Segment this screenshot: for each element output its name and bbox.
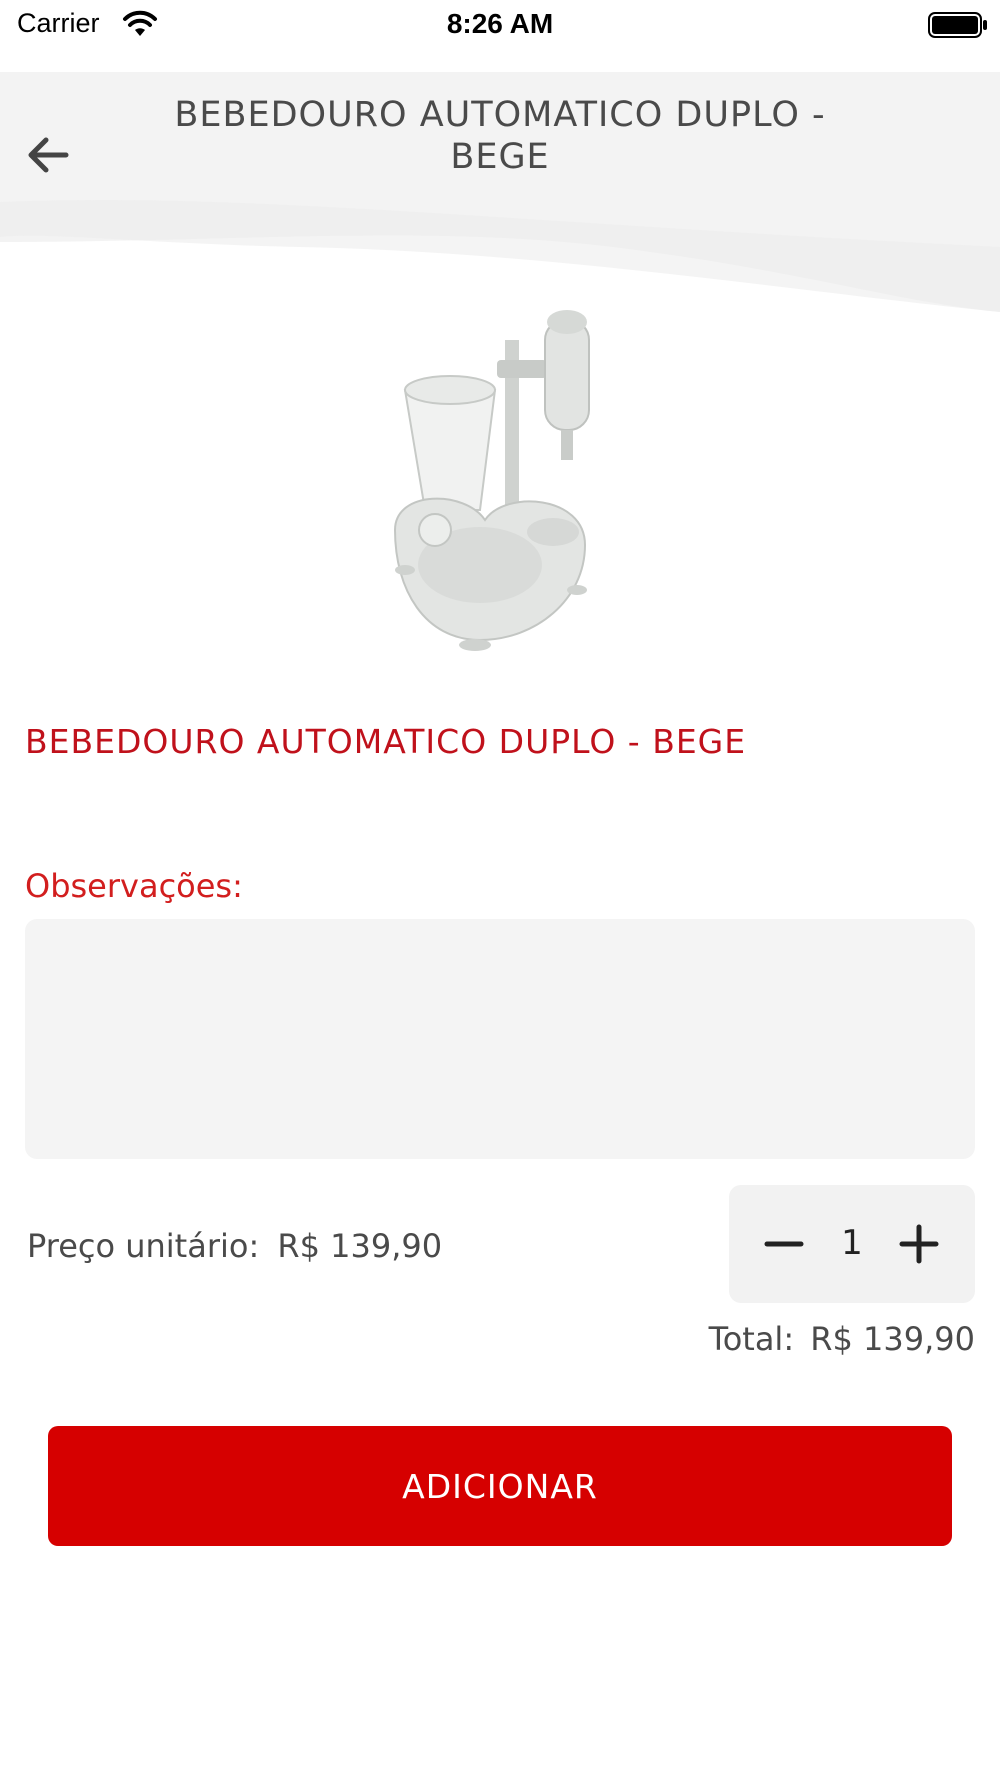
unit-price-label: Preço unitário: bbox=[27, 1227, 260, 1265]
total-price: Total: R$ 139,90 bbox=[709, 1320, 975, 1358]
header: BEBEDOURO AUTOMATICO DUPLO - BEGE bbox=[0, 72, 1000, 312]
product-image bbox=[385, 300, 625, 690]
decrease-quantity-button[interactable] bbox=[759, 1219, 809, 1269]
total-label: Total: bbox=[708, 1320, 795, 1358]
battery-icon bbox=[928, 12, 988, 42]
notes-label: Observações: bbox=[25, 867, 243, 905]
notes-field[interactable] bbox=[25, 919, 975, 1159]
plus-icon bbox=[899, 1224, 939, 1264]
quantity-value: 1 bbox=[841, 1223, 863, 1263]
arrow-left-icon bbox=[28, 137, 69, 173]
add-to-cart-button[interactable]: ADICIONAR bbox=[48, 1426, 952, 1546]
product-name: BEBEDOURO AUTOMATICO DUPLO - BEGE bbox=[25, 722, 747, 761]
unit-price-value: R$ 139,90 bbox=[277, 1227, 443, 1265]
back-button[interactable] bbox=[22, 128, 76, 182]
unit-price: Preço unitário: R$ 139,90 bbox=[27, 1227, 442, 1265]
status-bar: Carrier 8:26 AM bbox=[0, 0, 1000, 72]
increase-quantity-button[interactable] bbox=[894, 1219, 944, 1269]
add-button-label: ADICIONAR bbox=[402, 1466, 598, 1506]
quantity-stepper: 1 bbox=[729, 1185, 975, 1303]
total-value: R$ 139,90 bbox=[810, 1320, 975, 1358]
page-title: BEBEDOURO AUTOMATICO DUPLO - BEGE bbox=[174, 95, 826, 177]
clock: 8:26 AM bbox=[446, 8, 554, 39]
minus-icon bbox=[764, 1241, 804, 1247]
